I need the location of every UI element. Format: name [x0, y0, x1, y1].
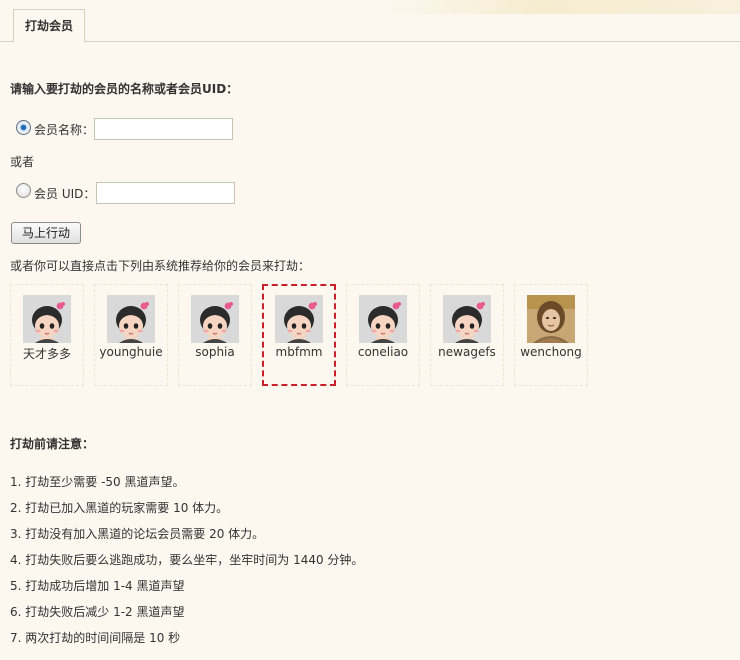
member-card[interactable]: sophia — [178, 284, 252, 386]
note-item: 4. 打劫失败后要么逃跑成功，要么坐牢，坐牢时间为 1440 分钟。 — [10, 553, 364, 567]
member-name: younghuie — [99, 345, 163, 359]
radio-member-name[interactable] — [16, 120, 31, 135]
member-card[interactable]: younghuie — [94, 284, 168, 386]
member-name: wenchong — [520, 345, 582, 359]
note-item: 6. 打劫失败后减少 1-2 黑道声望 — [10, 605, 185, 619]
or-label: 或者 — [10, 155, 35, 169]
note-item: 2. 打劫已加入黑道的玩家需要 10 体力。 — [10, 501, 229, 515]
tab-bar: 打劫会员 — [0, 0, 740, 43]
act-now-button[interactable]: 马上行动 — [11, 222, 81, 244]
member-name: sophia — [195, 345, 235, 359]
note-item: 7. 两次打劫的时间间隔是 10 秒 — [10, 631, 181, 645]
photo-avatar-icon — [527, 295, 575, 343]
member-name: coneliao — [357, 345, 409, 359]
member-card[interactable]: wenchong — [514, 284, 588, 386]
note-item: 5. 打劫成功后增加 1-4 黑道声望 — [10, 579, 185, 593]
note-item: 1. 打劫至少需要 -50 黑道声望。 — [10, 475, 185, 489]
note-item: 3. 打劫没有加入黑道的论坛会员需要 20 体力。 — [10, 527, 265, 541]
radio-member-uid[interactable] — [16, 183, 31, 198]
member-card[interactable]: newagefs — [430, 284, 504, 386]
notes-title: 打劫前请注意： — [10, 437, 95, 451]
default-avatar-icon — [275, 295, 323, 343]
default-avatar-icon — [443, 295, 491, 343]
member-card[interactable]: coneliao — [346, 284, 420, 386]
member-uid-input[interactable] — [96, 182, 235, 204]
default-avatar-icon — [107, 295, 155, 343]
default-avatar-icon — [191, 295, 239, 343]
recommend-label: 或者你可以直接点击下列由系统推荐给你的会员来打劫： — [10, 259, 311, 273]
default-avatar-icon — [359, 295, 407, 343]
member-name-label: 会员名称： — [34, 123, 95, 137]
member-name: mbfmm — [275, 345, 323, 359]
member-card[interactable]: 天才多多 — [10, 284, 84, 386]
member-name-input[interactable] — [94, 118, 233, 140]
form-heading: 请输入要打劫的会员的名称或者会员UID： — [10, 82, 239, 96]
member-card-selected[interactable]: mbfmm — [262, 284, 336, 386]
member-name: newagefs — [438, 345, 496, 359]
member-name: 天才多多 — [22, 347, 71, 361]
member-uid-label: 会员 UID： — [34, 187, 96, 201]
default-avatar-icon — [23, 295, 71, 343]
tab-rob-member[interactable]: 打劫会员 — [13, 9, 85, 43]
